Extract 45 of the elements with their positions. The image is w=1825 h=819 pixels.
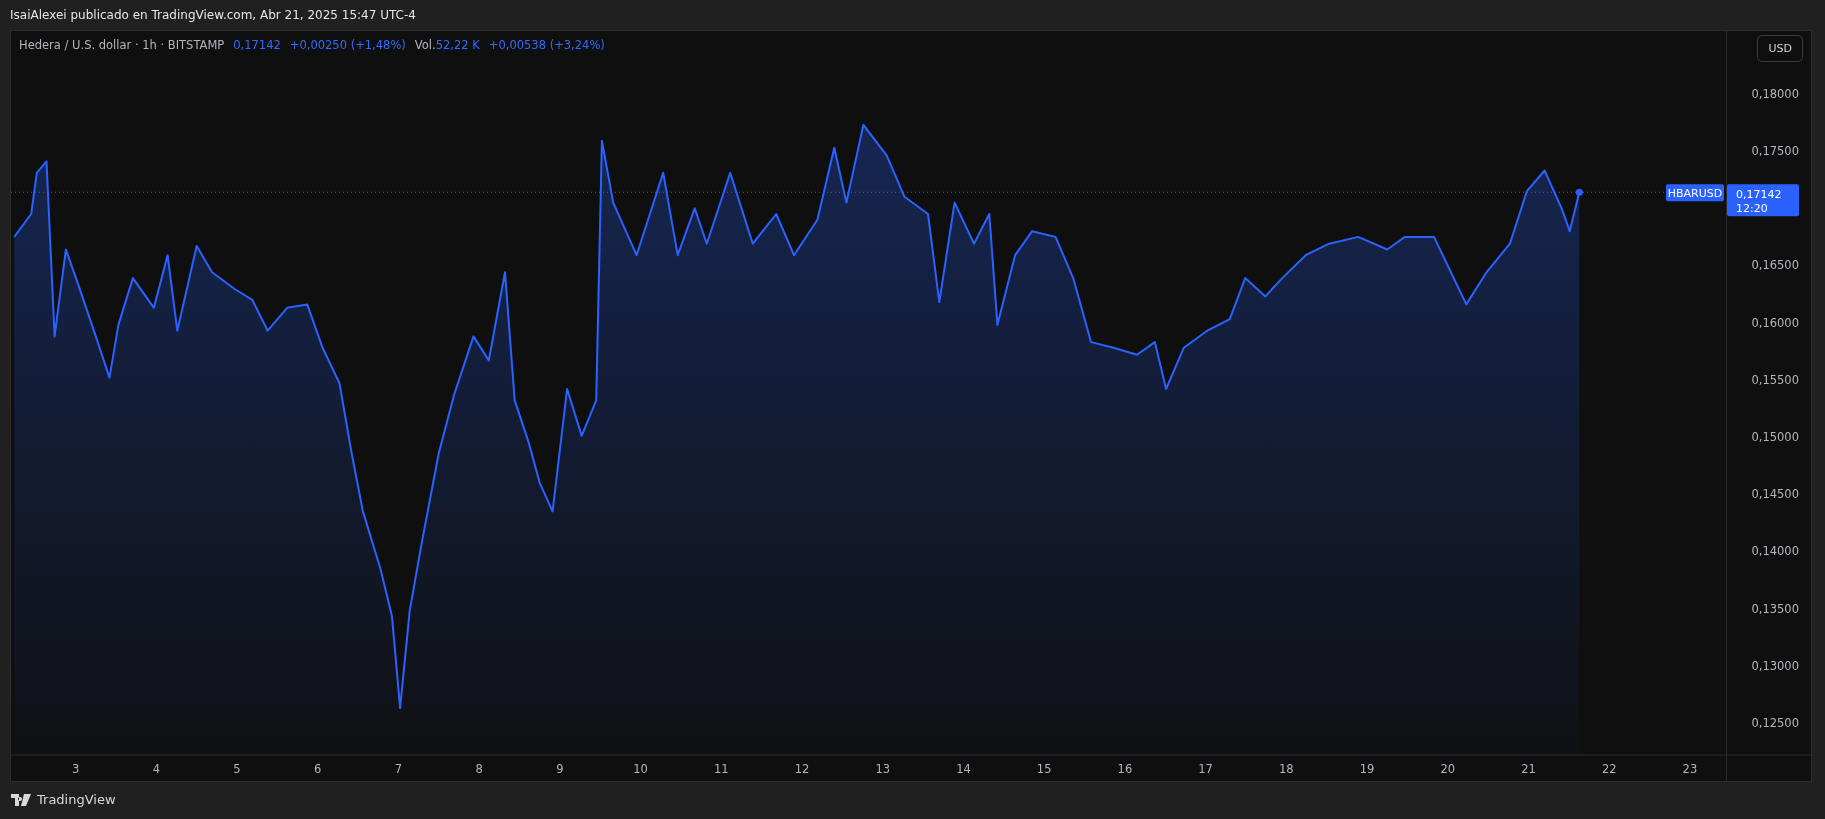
price-axis-label: 0,16000 [1751,315,1799,330]
time-axis-label: 23 [1682,762,1698,776]
time-axis-label: 3 [71,762,80,776]
time-axis-label: 17 [1198,762,1213,776]
publish-info: IsaiAlexei publicado en TradingView.com, Abr 21, 2025 15:47 UTC-4 [10,8,416,22]
time-axis-label: 8 [475,762,483,776]
time-axis-label: 20 [1440,762,1456,776]
last-price-dot [1575,188,1583,196]
time-axis-label: 4 [152,762,160,776]
price-axis-label: 0,12500 [1751,715,1799,730]
volume-change: +0,00538 (+3,24%) [488,38,605,52]
price-axis-label: 0,13500 [1751,601,1799,616]
time-axis-label: 6 [314,762,322,776]
price-axis-label: 0,16500 [1751,258,1799,273]
logo-icon [11,793,31,806]
time-axis-label: 10 [633,762,648,776]
time-axis-label: 13 [875,762,891,776]
time-axis-label: 21 [1521,762,1536,776]
price-tag: 0,17142 12:20 [1727,184,1799,217]
price-axis-label: 0,17500 [1751,144,1799,159]
volume-value: 52,22 K [435,38,480,52]
time-axis-label: 9 [556,762,564,776]
volume-label: Vol. [414,38,436,52]
price-axis-label: 0,15000 [1751,430,1799,445]
time-axis-label: 19 [1359,762,1375,776]
time-axis-label: 7 [394,762,403,776]
price-axis-label: 0,14000 [1751,544,1799,559]
time-axis-label: 14 [956,762,971,776]
price-change: +0,00250 (+1,48%) [289,38,406,52]
time-axis-label: 11 [714,762,729,776]
brand-name: TradingView [37,792,116,807]
time-axis-label: 16 [1117,762,1133,776]
time-axis-label: 22 [1601,762,1617,776]
time-axis-label: 18 [1279,762,1294,776]
last-price: 0,17142 [233,38,281,52]
price-axis-label: 0,13000 [1751,658,1799,673]
price-axis-label: 0,18000 [1751,86,1799,101]
price-axis-label: 0,14500 [1751,487,1799,502]
time-axis-label: 12 [794,762,810,776]
price-axis-label: 0,15500 [1751,372,1799,387]
currency-button[interactable]: USD [1757,35,1803,62]
time-axis-label: 5 [233,762,241,776]
symbol-info: Hedera / U.S. dollar · 1h · BITSTAMP [19,38,225,52]
symbol-tag: HBARUSD [1666,184,1724,202]
time-axis-label: 15 [1036,762,1052,776]
